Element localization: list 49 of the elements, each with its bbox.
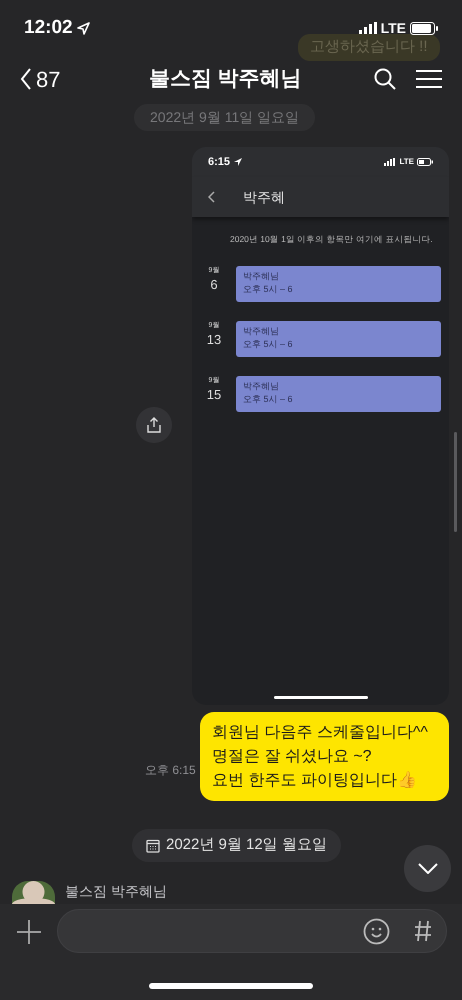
date-text: 2022년 9월 12일 월요일 xyxy=(166,835,327,856)
chevron-left-icon xyxy=(208,191,215,203)
notice-text: 2020년 10월 1일 이후의 항목만 여기에 표시됩니다. xyxy=(229,233,434,246)
network-label: LTE xyxy=(399,156,414,168)
location-arrow-icon xyxy=(76,22,90,34)
share-button[interactable] xyxy=(136,407,172,443)
battery-icon xyxy=(410,22,438,34)
menu-button[interactable] xyxy=(416,69,442,89)
clock: 12:02 xyxy=(24,16,73,40)
search-button[interactable] xyxy=(374,68,396,90)
location-arrow-icon xyxy=(234,158,242,166)
signal-icon xyxy=(358,22,377,34)
share-icon xyxy=(146,417,162,433)
back-button[interactable]: 87 xyxy=(20,62,60,96)
person-silhouette-icon xyxy=(12,881,55,904)
event-title: 박주혜님 xyxy=(243,324,280,338)
event-card[interactable]: 박주혜님 오후 5시 – 6 xyxy=(236,320,441,357)
emoji-button[interactable] xyxy=(363,918,390,945)
event-day: 15 xyxy=(206,386,222,404)
calendar-title: 박주혜 xyxy=(243,188,285,206)
event-card[interactable]: 박주혜님 오후 5시 – 6 xyxy=(236,376,441,412)
event-title: 박주혜님 xyxy=(243,270,280,283)
chevron-left-icon xyxy=(20,68,32,90)
event-day: 13 xyxy=(206,330,222,349)
hashtag-icon xyxy=(414,920,432,942)
message-time: 오후 6:15 xyxy=(145,762,196,779)
event-title: 박주혜님 xyxy=(243,380,280,393)
chevron-down-icon xyxy=(418,863,438,874)
message-input-field[interactable] xyxy=(57,909,447,953)
sender-name: 불스짐 박주혜님 xyxy=(65,882,167,901)
signal-icon xyxy=(384,158,396,166)
event-card[interactable]: 박주혜님 오후 5시 – 6 xyxy=(236,266,441,302)
event-day: 6 xyxy=(210,276,218,294)
event-time: 오후 5시 – 6 xyxy=(243,282,294,296)
plus-icon xyxy=(17,920,41,944)
avatar[interactable] xyxy=(12,881,55,904)
clock: 6:15 xyxy=(208,154,230,170)
scroll-down-button[interactable] xyxy=(404,845,451,892)
event-time: 오후 5시 – 6 xyxy=(243,392,294,406)
battery-icon xyxy=(417,158,433,166)
event-time: 오후 5시 – 6 xyxy=(243,338,294,351)
smiley-icon xyxy=(363,918,390,945)
search-icon xyxy=(374,68,396,90)
calendar-icon xyxy=(146,838,160,852)
message-text: 회원님 다음주 스케줄입니다^^ 명절은 잘 쉬셨나요 ~? 요번 한주도 파이팅입니다👍 xyxy=(212,723,429,791)
menu-icon xyxy=(416,69,442,89)
hashtag-button[interactable] xyxy=(414,920,432,942)
add-button[interactable] xyxy=(17,920,41,944)
chat-title: 불스짐 박주혜님 xyxy=(148,66,303,92)
